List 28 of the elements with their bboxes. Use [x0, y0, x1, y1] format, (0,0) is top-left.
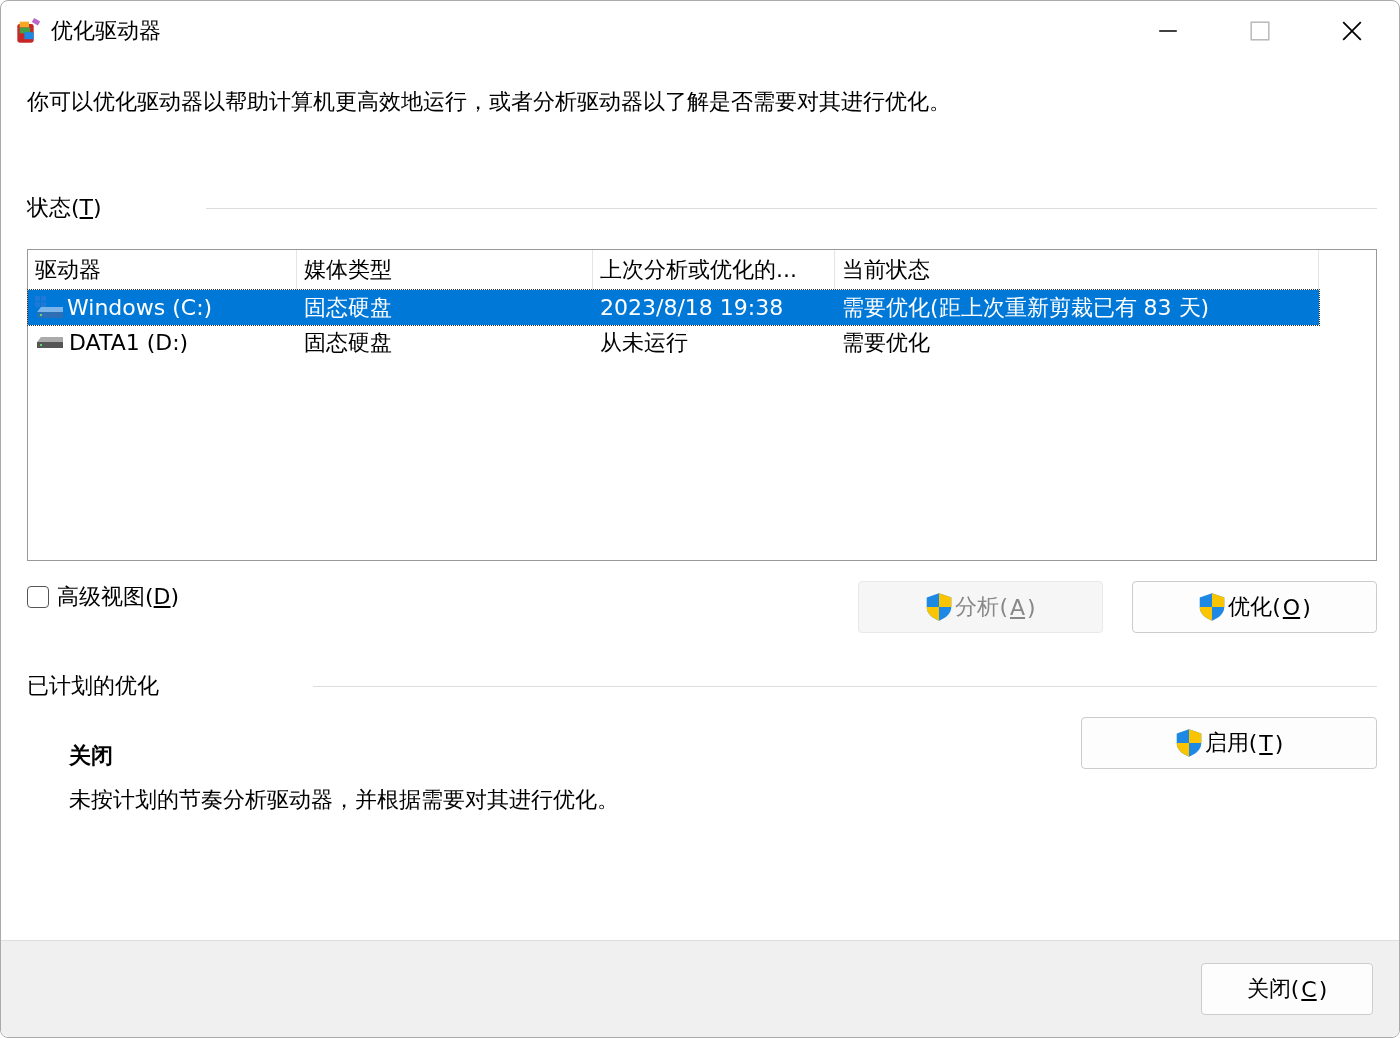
drive-name: DATA1 (D:)	[69, 330, 189, 355]
shield-icon	[1198, 592, 1227, 622]
table-cell-text: 需要优化(距上次重新剪裁已有 83 天)	[841, 293, 1211, 322]
schedule-description: 未按计划的节奏分析驱动器，并根据需要对其进行优化。	[69, 786, 619, 814]
close-button[interactable]: 关闭(C)	[1201, 963, 1373, 1015]
drive-row[interactable]: DATA1 (D:) 固态硬盘 从未运行 需要优化	[28, 325, 1319, 360]
section-label: 状态(T)	[27, 194, 102, 222]
table-cell-text: 固态硬盘	[303, 328, 393, 357]
drive-icon	[37, 337, 63, 348]
table-cell-text: 需要优化	[841, 328, 931, 357]
close-icon[interactable]	[1341, 20, 1363, 42]
schedule-state: 关闭	[69, 742, 114, 770]
shield-icon	[925, 592, 954, 622]
enable-button[interactable]: 启用(T)	[1081, 717, 1377, 769]
table-cell-text: 2023/8/18 19:38	[599, 294, 785, 322]
system-drive-icon	[35, 295, 63, 320]
table-cell-text: 固态硬盘	[303, 293, 393, 322]
table-cell-text: 从未运行	[599, 328, 689, 357]
defrag-app-icon	[15, 17, 43, 45]
section-label: 已计划的优化	[27, 672, 159, 700]
intro-text: 你可以优化驱动器以帮助计算机更高效地运行，或者分析驱动器以了解是否需要对其进行优化。	[27, 88, 952, 116]
advanced-view-checkbox[interactable]	[27, 586, 49, 608]
window-title: 优化驱动器	[51, 17, 161, 45]
drive-name: Windows (C:)	[67, 295, 213, 320]
action-button[interactable]: 优化(O)	[1132, 581, 1377, 633]
checkbox-label: 高级视图(D)	[57, 583, 180, 611]
drive-row[interactable]: Windows (C:) 固态硬盘 2023/8/18 19:38 需要优化(距上次重新剪裁已有 83 天)	[28, 290, 1319, 325]
shield-icon	[1174, 728, 1203, 758]
